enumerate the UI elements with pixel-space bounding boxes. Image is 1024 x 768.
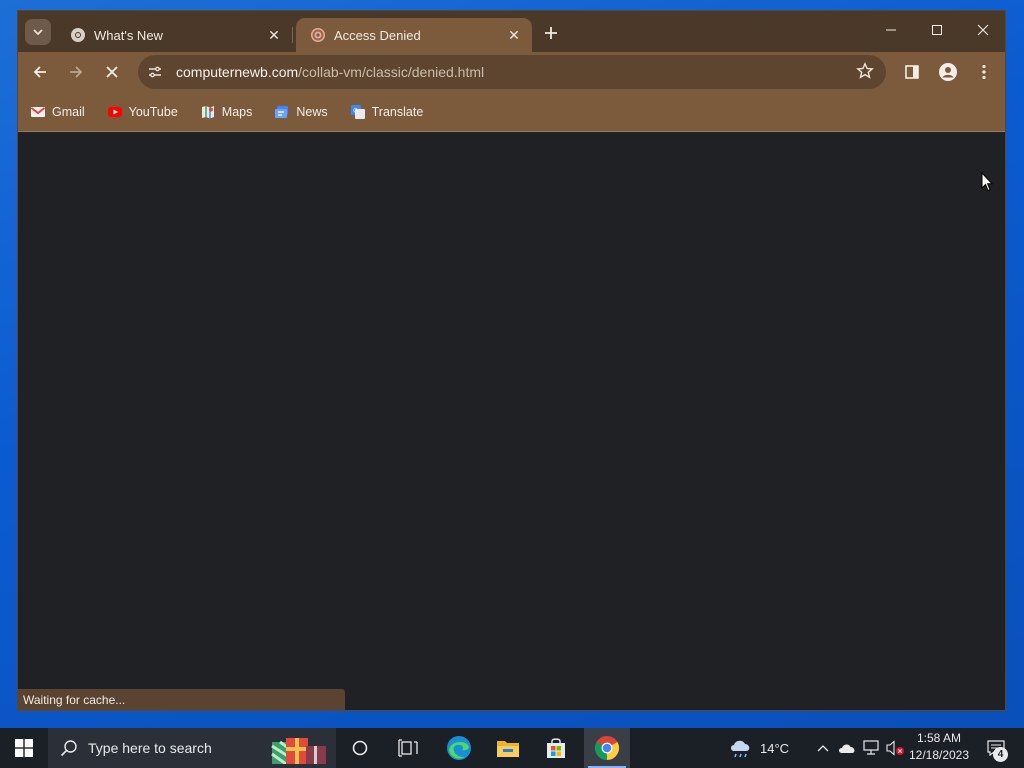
windows-logo-icon [15,739,33,757]
network-icon [863,740,879,755]
browser-window: What's New ✕ Access Denied ✕ computernew… [17,10,1006,711]
mouse-cursor-icon [981,172,993,192]
task-view-icon [398,739,418,757]
bookmark-maps[interactable]: Maps [200,104,253,120]
browser-menu-button[interactable] [970,58,998,86]
onedrive-tray-button[interactable] [836,728,858,768]
rain-cloud-icon [731,740,750,758]
address-bar[interactable]: computernewb.com/collab-vm/classic/denie… [138,55,886,89]
clock-time: 1:58 AM [916,731,962,745]
arrow-left-icon [33,66,46,78]
minimize-button[interactable] [868,11,914,49]
volume-muted-icon [886,740,904,756]
chevron-down-icon [33,29,43,36]
translate-icon: G [350,104,365,119]
bookmark-label: Gmail [52,104,85,119]
status-bubble: Waiting for cache... [18,689,345,710]
profile-icon [939,63,957,81]
site-info-button[interactable] [142,59,168,85]
bookmark-label: Maps [221,104,253,119]
search-placeholder: Type here to search [88,740,212,756]
gmail-icon [30,106,46,117]
collabvm-icon [311,28,325,42]
edge-icon [447,736,471,760]
bookmark-label: YouTube [128,104,178,119]
tab-divider [292,27,293,43]
minimize-icon [886,29,896,31]
side-panel-button[interactable] [898,58,926,86]
clock-date: 12/18/2023 [908,748,970,762]
cortana-icon [352,740,368,756]
tab-strip: What's New ✕ Access Denied ✕ [18,11,1005,52]
bookmark-label: News [296,104,328,119]
arrow-right-icon [70,66,83,78]
close-tab-icon[interactable]: ✕ [266,27,282,44]
store-taskbar-button[interactable] [534,728,578,768]
tab-title: Access Denied [334,27,421,43]
search-icon [60,740,77,757]
tab-access-denied[interactable]: Access Denied ✕ [296,18,532,52]
search-highlight-gifts-icon [271,738,326,764]
chrome-icon [594,736,620,760]
bookmark-youtube[interactable]: YouTube [107,104,178,120]
bookmark-gmail[interactable]: Gmail [30,104,85,120]
bookmark-star-button[interactable] [856,62,874,85]
side-panel-icon [905,65,919,79]
chrome-icon [71,28,85,42]
bookmark-translate[interactable]: G Translate [350,104,424,120]
tab-whats-new[interactable]: What's New ✕ [56,18,293,52]
task-view-button[interactable] [388,728,428,768]
onedrive-cloud-icon [839,744,855,753]
edge-taskbar-button[interactable] [438,728,480,768]
back-button[interactable] [26,58,54,86]
close-icon [977,24,989,36]
bookmark-news[interactable]: News [274,104,328,120]
maximize-button[interactable] [914,11,960,49]
star-icon [856,62,874,79]
weather-temperature: 14°C [760,740,790,756]
url-host: computernewb.com [176,64,299,80]
url-path: /collab-vm/classic/denied.html [298,64,485,80]
kebab-menu-icon [982,64,986,80]
close-icon [106,66,118,78]
folder-icon [497,741,519,757]
forward-button[interactable] [62,58,90,86]
tab-search-button[interactable] [25,19,51,45]
store-bag-icon [547,738,565,758]
file-explorer-taskbar-button[interactable] [486,728,530,768]
url-text[interactable]: computernewb.com/collab-vm/classic/denie… [176,64,484,80]
action-center-button[interactable]: 4 [978,728,1014,768]
tune-icon [149,66,161,78]
volume-muted-tray-button[interactable] [884,728,906,768]
show-hidden-icons-button[interactable] [812,728,834,768]
stop-loading-button[interactable] [98,58,126,86]
chrome-taskbar-button[interactable] [584,728,630,768]
close-tab-icon[interactable]: ✕ [506,27,522,44]
new-tab-button[interactable] [538,20,564,46]
tab-title: What's New [94,27,163,43]
bookmark-label: Translate [371,104,424,119]
plus-icon [545,27,557,39]
navigation-toolbar: computernewb.com/collab-vm/classic/denie… [18,52,1005,92]
notification-count-badge: 4 [993,747,1008,762]
network-tray-button[interactable] [860,728,882,768]
page-viewport[interactable]: Waiting for cache... [18,132,1005,710]
chevron-up-icon [817,745,829,752]
start-button[interactable] [0,728,48,768]
profile-button[interactable] [934,58,962,86]
taskbar: Type here to search 14°C 1:58 AM 12/18/2… [0,728,1024,768]
weather-widget[interactable]: 14°C [728,728,798,768]
cortana-button[interactable] [340,728,380,768]
youtube-icon [107,106,122,117]
svg-text:G: G [353,108,358,114]
taskbar-search-box[interactable]: Type here to search [48,728,336,768]
maps-icon [201,105,214,118]
bookmarks-bar: Gmail YouTube Maps News G Translate [18,92,1005,132]
taskbar-clock[interactable]: 1:58 AM 12/18/2023 [906,730,972,766]
maximize-icon [932,25,942,35]
close-window-button[interactable] [960,11,1006,49]
news-icon [275,105,289,118]
